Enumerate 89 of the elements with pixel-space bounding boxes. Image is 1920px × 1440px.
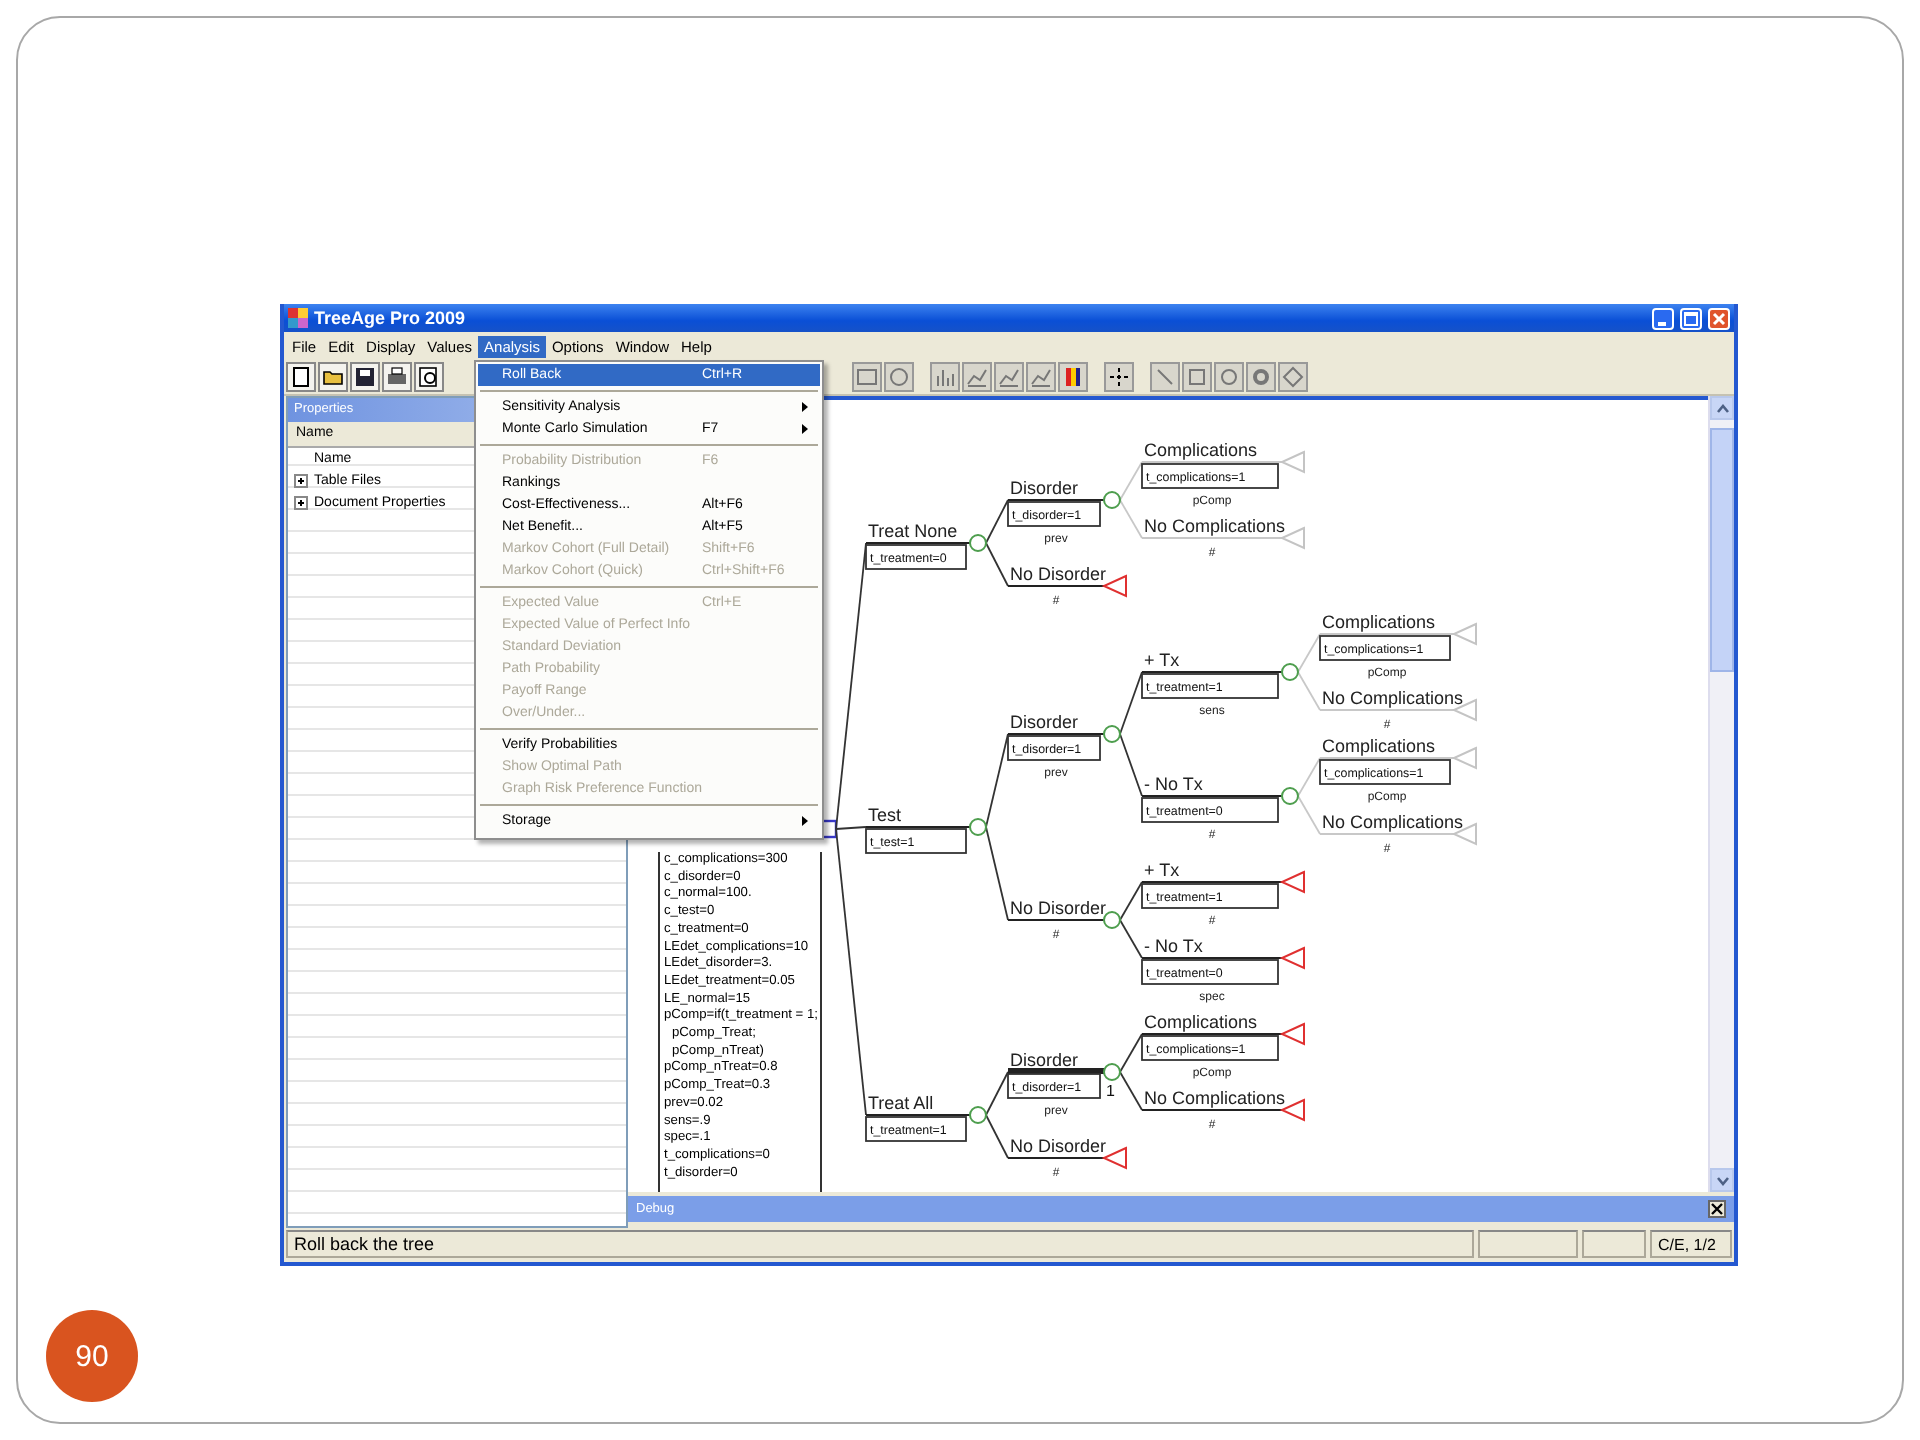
chance-node[interactable] xyxy=(1103,1063,1121,1081)
move-arrows-icon[interactable] xyxy=(1104,362,1134,392)
connector-line xyxy=(1297,633,1321,673)
status-pane xyxy=(1478,1230,1578,1258)
chance-node[interactable] xyxy=(1103,911,1121,929)
branch-label: Complications xyxy=(1322,612,1436,632)
terminal-node[interactable] xyxy=(1279,870,1305,894)
chance-node[interactable] xyxy=(969,1106,987,1124)
chance-node[interactable] xyxy=(969,534,987,552)
floppy-disk-icon[interactable] xyxy=(350,362,380,392)
connector-line xyxy=(1119,733,1143,797)
branch-label: Complications xyxy=(1144,1012,1258,1032)
branch-label: Test xyxy=(868,805,902,825)
status-mode: C/E, 1/2 xyxy=(1650,1230,1732,1258)
close-icon xyxy=(1710,1202,1724,1216)
square-tool-icon[interactable] xyxy=(1182,362,1212,392)
branch-label: Complications xyxy=(1322,736,1436,756)
scroll-up-button[interactable] xyxy=(1710,396,1734,420)
scroll-down-button[interactable] xyxy=(1710,1168,1734,1192)
line-tool-icon[interactable] xyxy=(1150,362,1180,392)
chance-node[interactable] xyxy=(969,818,987,836)
bar-chart-icon[interactable] xyxy=(930,362,960,392)
caret-down-icon xyxy=(1715,1175,1729,1185)
probability-value: 1 xyxy=(1106,1082,1115,1100)
connector-line xyxy=(985,1114,1009,1159)
terminal-node[interactable] xyxy=(1279,1022,1305,1046)
connector-line xyxy=(1297,671,1321,711)
expand-icon[interactable] xyxy=(294,474,308,488)
branch-label: Treat All xyxy=(868,1093,934,1113)
chance-node[interactable] xyxy=(1103,725,1121,743)
branch-label: No Complications xyxy=(1144,1088,1286,1108)
terminal-node[interactable] xyxy=(1451,622,1477,646)
connector-line xyxy=(1119,919,1143,959)
connector-line xyxy=(1297,795,1321,835)
connector-line xyxy=(1119,1071,1143,1111)
maximize-icon xyxy=(1684,311,1698,325)
app-logo-icon xyxy=(288,308,308,328)
maximize-button[interactable] xyxy=(1680,307,1702,329)
branch-label: No Disorder xyxy=(1010,898,1107,918)
chart-icon[interactable] xyxy=(994,362,1024,392)
branch-label: No Complications xyxy=(1144,516,1286,536)
branch-label: No Disorder xyxy=(1010,1136,1107,1156)
terminal-node[interactable] xyxy=(1451,746,1477,770)
branch-label: Disorder xyxy=(1010,1050,1079,1070)
magnifier-icon[interactable] xyxy=(414,362,444,392)
connector-line xyxy=(985,826,1009,921)
new-file-icon[interactable] xyxy=(286,362,316,392)
terminal-node[interactable] xyxy=(1279,450,1305,474)
scrollbar-thumb[interactable] xyxy=(1710,428,1734,672)
branch-label: Complications xyxy=(1144,440,1258,460)
connector-line xyxy=(1119,671,1143,735)
status-text: Roll back the tree xyxy=(286,1230,1474,1258)
branch-label: No Complications xyxy=(1322,812,1464,832)
branch-label: + Tx xyxy=(1144,650,1180,670)
chance-node[interactable] xyxy=(1281,787,1299,805)
connector-line xyxy=(985,733,1009,828)
caret-up-icon xyxy=(1715,403,1729,413)
branch-label: No Disorder xyxy=(1010,564,1107,584)
chart-icon[interactable] xyxy=(962,362,992,392)
connector-line xyxy=(1119,499,1143,539)
slide-number: 90 xyxy=(46,1310,138,1402)
close-button[interactable] xyxy=(1708,1200,1726,1218)
connector-line xyxy=(1119,461,1143,501)
expand-icon[interactable] xyxy=(294,496,308,510)
circle-tool-icon[interactable] xyxy=(1214,362,1244,392)
ring-tool-icon[interactable] xyxy=(1246,362,1276,392)
branch-label: Disorder xyxy=(1010,712,1079,732)
connector-line xyxy=(985,499,1009,544)
connector-line xyxy=(985,1071,1009,1116)
folder-icon[interactable] xyxy=(318,362,348,392)
chance-node[interactable] xyxy=(1281,663,1299,681)
close-icon xyxy=(1712,311,1726,325)
terminal-node[interactable] xyxy=(1279,946,1305,970)
connector-line xyxy=(1297,757,1321,797)
connector-line xyxy=(1119,881,1143,921)
diamond-tool-icon[interactable] xyxy=(1278,362,1308,392)
branch-label: No Complications xyxy=(1322,688,1464,708)
branch-label: Treat None xyxy=(868,521,958,541)
chance-node[interactable] xyxy=(1103,491,1121,509)
branch-label: - No Tx xyxy=(1144,774,1203,794)
status-pane xyxy=(1582,1230,1646,1258)
connector-line xyxy=(1119,1033,1143,1073)
minimize-button[interactable] xyxy=(1652,307,1674,329)
branch-label: Disorder xyxy=(1010,478,1079,498)
connector-line xyxy=(985,542,1009,587)
branch-label: + Tx xyxy=(1144,860,1180,880)
window-title: TreeAge Pro 2009 xyxy=(314,308,466,328)
printer-icon[interactable] xyxy=(382,362,412,392)
branch-label: - No Tx xyxy=(1144,936,1203,956)
